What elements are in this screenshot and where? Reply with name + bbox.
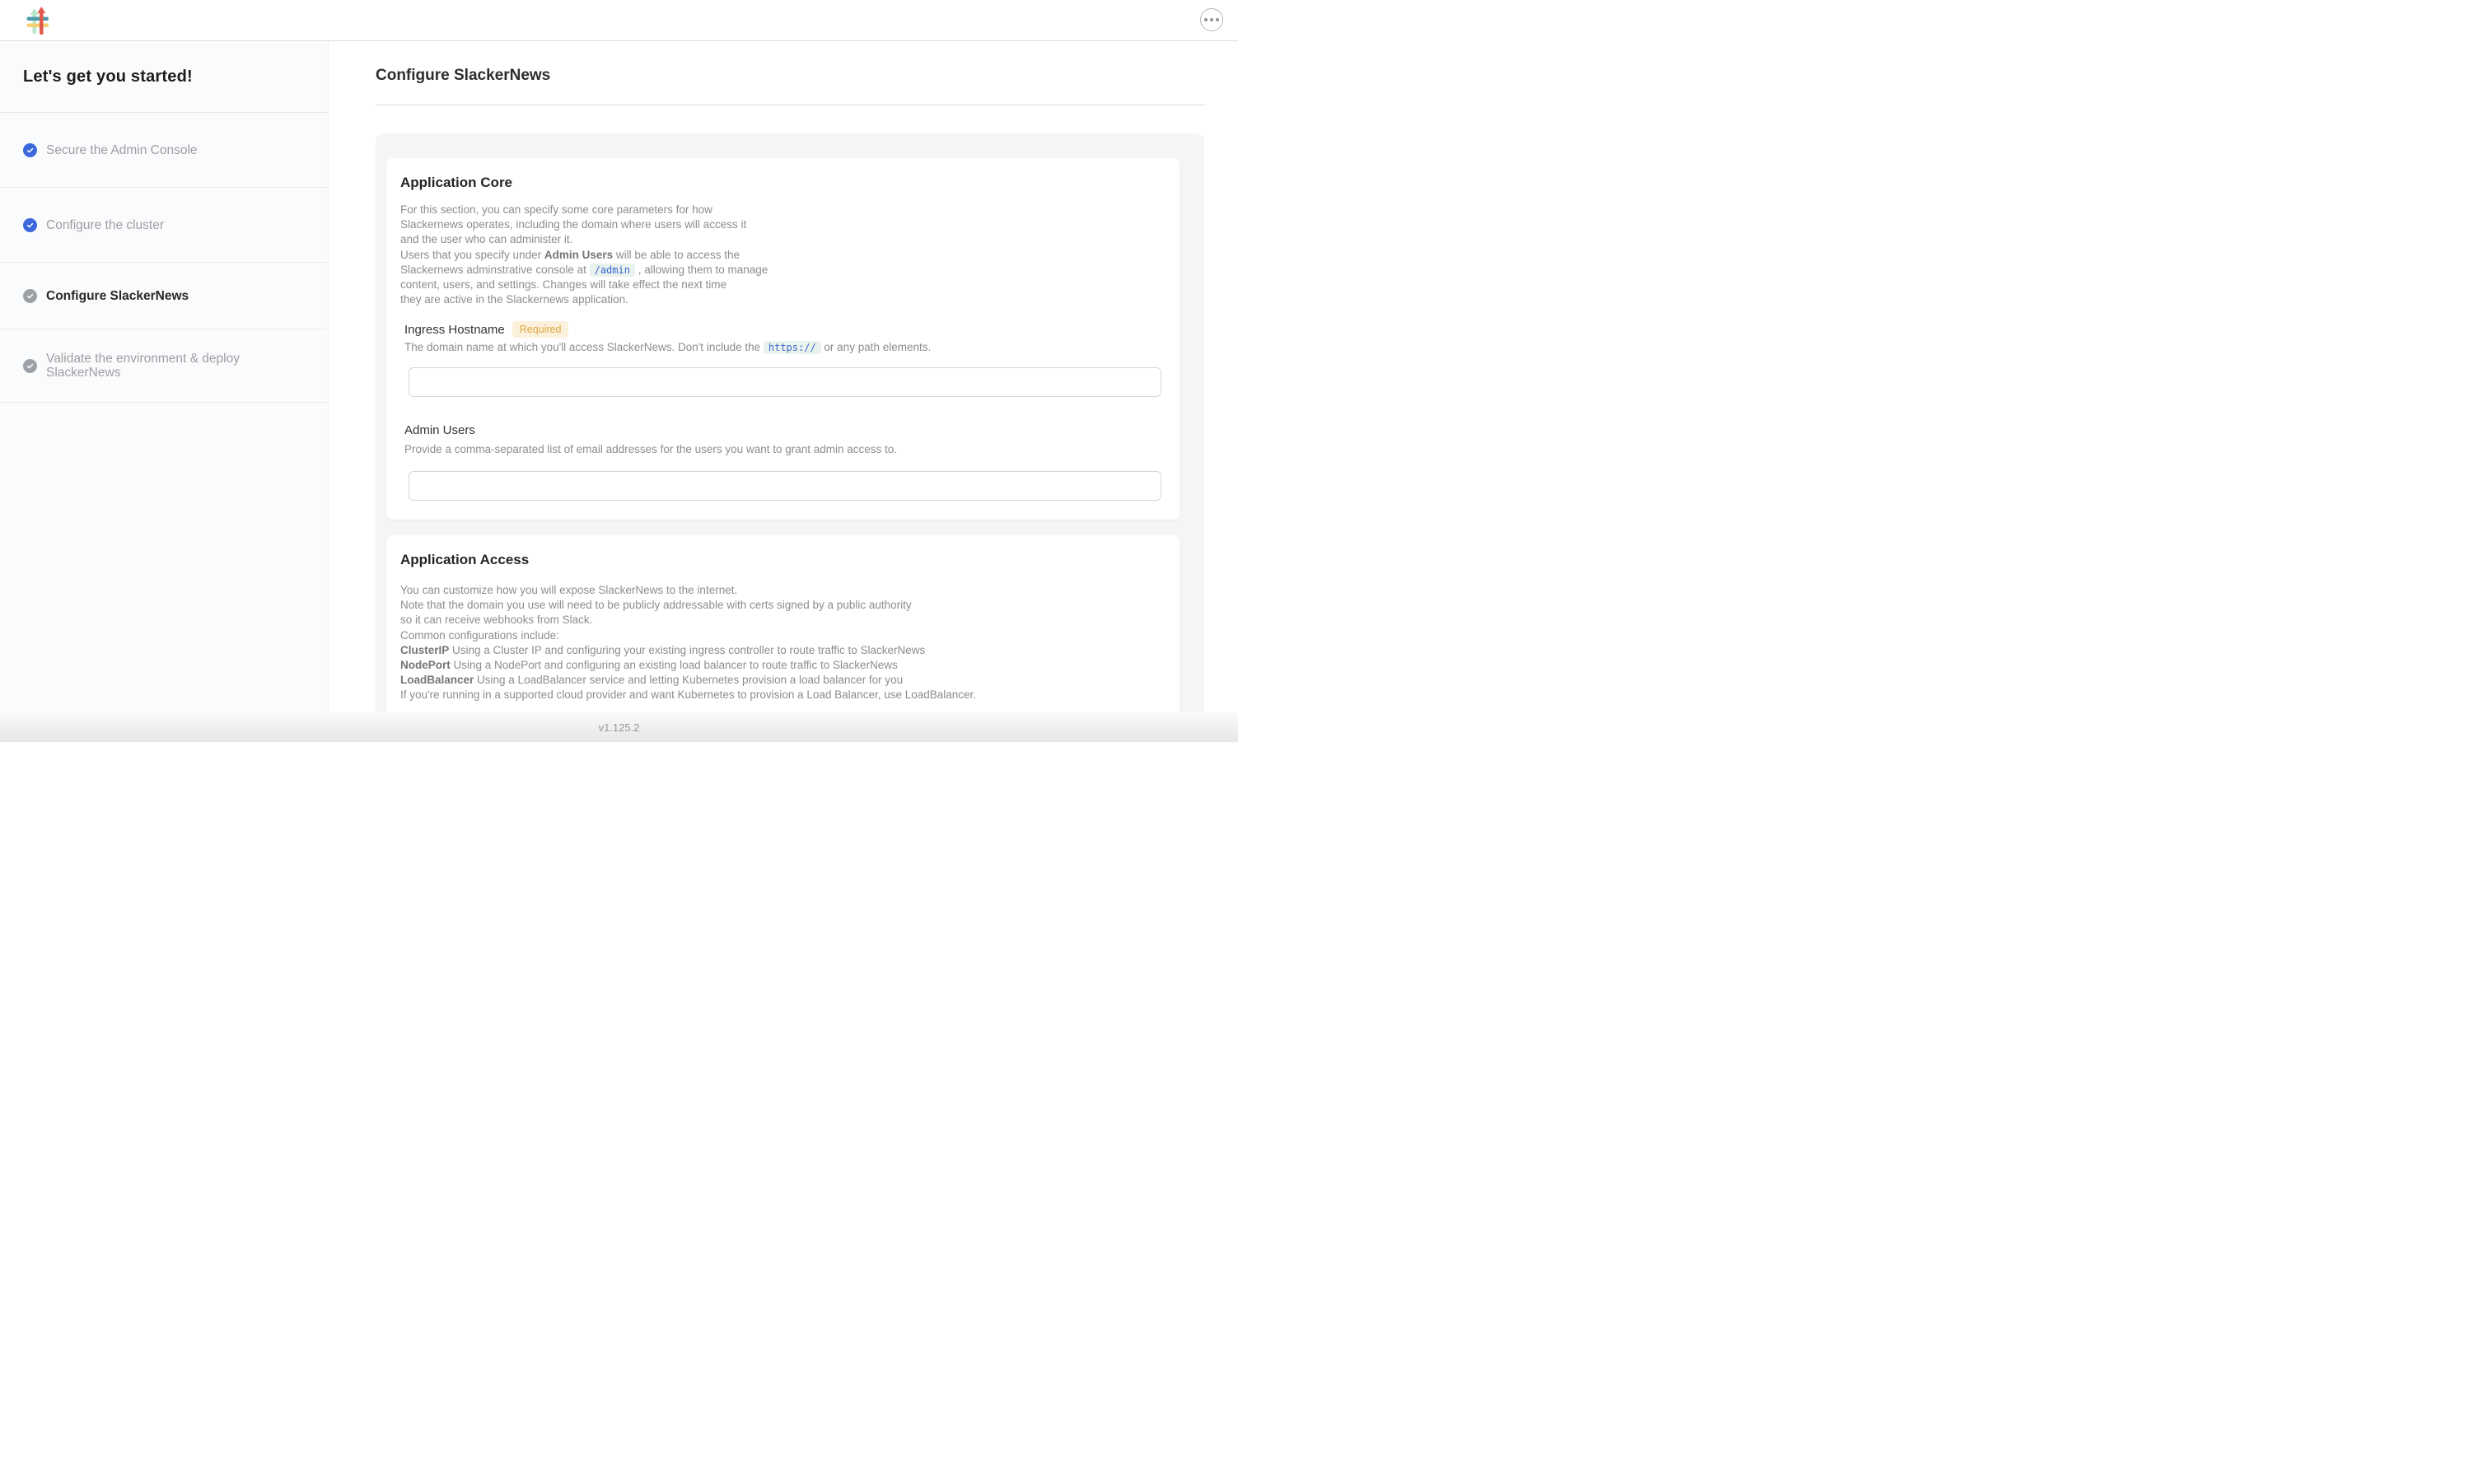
- application-access-description: You can customize how you will expose Sl…: [400, 583, 976, 703]
- top-header: [0, 0, 1238, 41]
- check-circle-icon: [23, 359, 37, 373]
- step-label: Secure the Admin Console: [46, 143, 198, 157]
- sidebar-title: Let's get you started!: [0, 41, 328, 113]
- version-text: v1.125.2: [599, 721, 640, 734]
- check-circle-icon: [23, 143, 37, 157]
- setup-steps-sidebar: Let's get you started! Secure the Admin …: [0, 41, 329, 712]
- application-core-heading: Application Core: [400, 175, 512, 191]
- check-circle-icon: [23, 218, 37, 232]
- application-core-card: Application Core For this section, you c…: [386, 158, 1180, 520]
- application-core-description: For this section, you can specify some c…: [400, 203, 768, 307]
- step-label: Configure SlackerNews: [46, 289, 189, 303]
- application-access-card: Application Access You can customize how…: [386, 535, 1180, 712]
- slackernews-logo-icon: [26, 6, 50, 36]
- sidebar-step-configure-cluster[interactable]: Configure the cluster: [0, 188, 328, 263]
- sidebar-step-configure-slackernews[interactable]: Configure SlackerNews: [0, 263, 328, 329]
- ellipsis-icon: [1204, 18, 1219, 21]
- step-label: Configure the cluster: [46, 218, 164, 232]
- admin-users-help: Provide a comma-separated list of email …: [404, 443, 897, 455]
- sidebar-step-secure-admin-console[interactable]: Secure the Admin Console: [0, 113, 328, 188]
- step-label: Validate the environment & deploy Slacke…: [46, 352, 275, 380]
- ingress-hostname-label: Ingress Hostname: [404, 323, 505, 337]
- version-footer: v1.125.2: [0, 712, 1238, 742]
- required-badge: Required: [512, 321, 569, 338]
- application-access-heading: Application Access: [400, 552, 529, 568]
- config-form-panel: Application Core For this section, you c…: [376, 133, 1204, 712]
- ingress-hostname-input[interactable]: [409, 367, 1161, 397]
- more-menu-button[interactable]: [1200, 8, 1223, 31]
- admin-users-input[interactable]: [409, 471, 1161, 501]
- check-circle-icon: [23, 289, 37, 303]
- admin-users-label: Admin Users: [404, 423, 475, 437]
- ingress-hostname-help: The domain name at which you'll access S…: [404, 341, 931, 353]
- page-title: Configure SlackerNews: [376, 67, 550, 85]
- sidebar-step-validate-deploy[interactable]: Validate the environment & deploy Slacke…: [0, 329, 328, 403]
